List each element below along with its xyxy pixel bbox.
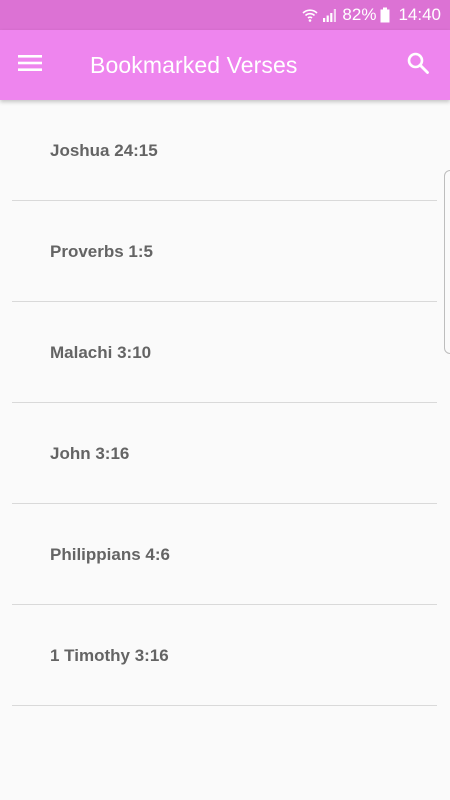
wifi-icon bbox=[302, 7, 318, 23]
list-item[interactable]: 1 Timothy 3:16 bbox=[12, 605, 437, 706]
app-bar: Bookmarked Verses bbox=[0, 30, 450, 100]
list-item[interactable]: Philippians 4:6 bbox=[12, 504, 437, 605]
search-button[interactable] bbox=[400, 47, 436, 83]
verse-reference: Proverbs 1:5 bbox=[50, 242, 153, 261]
verse-reference: Joshua 24:15 bbox=[50, 141, 158, 160]
list-item[interactable]: Malachi 3:10 bbox=[12, 302, 437, 403]
verse-reference: 1 Timothy 3:16 bbox=[50, 646, 169, 665]
verse-reference: John 3:16 bbox=[50, 444, 130, 463]
scrollbar-handle[interactable] bbox=[444, 170, 450, 354]
status-time: 14:40 bbox=[398, 5, 441, 24]
signal-icon bbox=[322, 7, 338, 23]
list-item[interactable]: Proverbs 1:5 bbox=[12, 201, 437, 302]
page-title: Bookmarked Verses bbox=[90, 52, 298, 78]
verse-reference: Philippians 4:6 bbox=[50, 545, 170, 564]
hamburger-menu-icon bbox=[17, 53, 43, 78]
search-icon bbox=[406, 51, 430, 80]
list-item[interactable]: Joshua 24:15 bbox=[12, 100, 437, 201]
verse-reference: Malachi 3:10 bbox=[50, 343, 152, 362]
list-item[interactable]: John 3:16 bbox=[12, 403, 437, 504]
status-bar: 82% 14:40 bbox=[0, 0, 450, 30]
battery-icon bbox=[380, 7, 390, 23]
battery-percent: 82% bbox=[342, 5, 377, 24]
menu-button[interactable] bbox=[12, 47, 48, 83]
bookmark-list: Joshua 24:15 Proverbs 1:5 Malachi 3:10 J… bbox=[0, 100, 450, 706]
